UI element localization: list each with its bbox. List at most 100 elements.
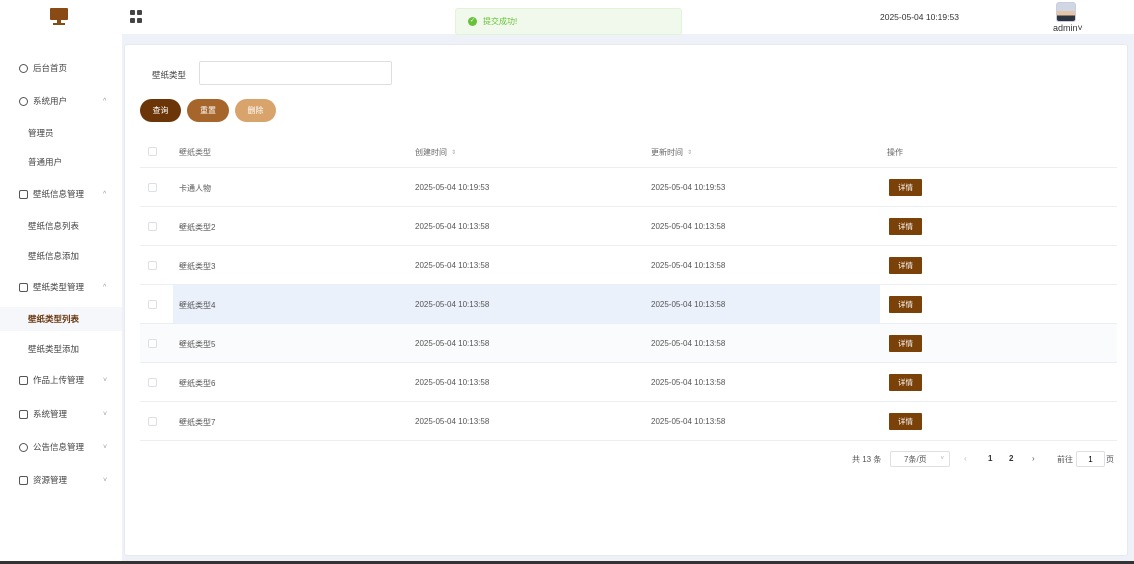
sidebar-item-system[interactable]: 系统管理 ˅	[0, 401, 122, 427]
sidebar-item-wallpaper-type-add[interactable]: 壁纸类型添加	[0, 337, 122, 361]
detail-button[interactable]: 详情	[889, 257, 922, 274]
detail-button[interactable]: 详情	[889, 296, 922, 313]
sidebar-item-label: 作品上传管理	[33, 375, 85, 385]
sidebar-item-label: 普通用户	[28, 157, 63, 167]
sidebar-item-label: 公告信息管理	[33, 442, 85, 452]
sidebar-item-wallpaper-add[interactable]: 壁纸信息添加	[0, 244, 122, 268]
cell-updated: 2025-05-04 10:13:58	[651, 261, 726, 270]
cell-type: 壁纸类型4	[179, 301, 216, 310]
search-label: 壁纸类型	[152, 70, 187, 80]
cell-type: 壁纸类型3	[179, 262, 216, 271]
row-checkbox[interactable]	[148, 378, 157, 387]
table-header-row: 壁纸类型 创建时间 ⇕ 更新时间 ⇕ 操作	[140, 135, 1117, 168]
cell-type: 壁纸类型2	[179, 223, 216, 232]
column-header-updated[interactable]: 更新时间 ⇕	[651, 147, 692, 158]
sidebar-item-system-users[interactable]: 系统用户 ^	[0, 88, 122, 114]
gear-icon	[19, 442, 28, 452]
reset-button[interactable]: 重置	[187, 99, 229, 122]
user-icon	[19, 96, 28, 106]
sidebar-item-resources[interactable]: 资源管理 ˅	[0, 467, 122, 493]
query-button[interactable]: 查询	[140, 99, 181, 122]
detail-button[interactable]: 详情	[889, 413, 922, 430]
avatar[interactable]	[1056, 2, 1076, 22]
cell-updated: 2025-05-04 10:13:58	[651, 300, 726, 309]
table-row: 壁纸类型7 2025-05-04 10:13:58 2025-05-04 10:…	[140, 402, 1117, 441]
sidebar-item-wallpaper-type[interactable]: 壁纸类型管理 ^	[0, 274, 122, 300]
monitor-logo-icon	[50, 8, 70, 26]
sidebar-item-label: 壁纸类型列表	[28, 314, 80, 324]
sidebar-item-wallpaper-list[interactable]: 壁纸信息列表	[0, 214, 122, 238]
toast-message: 提交成功!	[483, 17, 518, 26]
cell-created: 2025-05-04 10:13:58	[415, 300, 490, 309]
prev-page-button[interactable]: ‹	[964, 454, 967, 470]
apps-grid-icon[interactable]	[130, 10, 143, 23]
page-size-select[interactable]: 7条/页 ˅	[890, 451, 950, 467]
sidebar-item-wallpaper-type-list[interactable]: 壁纸类型列表	[0, 307, 122, 331]
sidebar: 后台首页 系统用户 ^ 管理员 普通用户 壁纸信息管理 ^ 壁纸信息列表 壁纸信…	[0, 34, 122, 564]
sidebar-item-label: 壁纸信息管理	[33, 189, 85, 199]
chevron-up-icon: ^	[103, 97, 107, 105]
table-row: 壁纸类型6 2025-05-04 10:13:58 2025-05-04 10:…	[140, 363, 1117, 402]
chevron-up-icon: ^	[103, 283, 107, 291]
cell-type: 壁纸类型6	[179, 379, 216, 388]
cell-type: 壁纸类型7	[179, 418, 216, 427]
sidebar-item-normal-users[interactable]: 普通用户	[0, 150, 122, 174]
main-card: 壁纸类型 查询 重置 删除 壁纸类型 创建时间 ⇕ 更新时间 ⇕ 操作 卡通人物 2…	[124, 44, 1128, 556]
sidebar-item-announcement[interactable]: 公告信息管理 ˅	[0, 434, 122, 460]
cell-created: 2025-05-04 10:19:53	[415, 183, 490, 192]
sidebar-item-label: 壁纸类型管理	[33, 282, 85, 292]
page-2-button[interactable]: 2	[1009, 454, 1013, 470]
sidebar-item-admin[interactable]: 管理员	[0, 121, 122, 145]
next-page-button[interactable]: ›	[1032, 454, 1035, 470]
table-row: 壁纸类型5 2025-05-04 10:13:58 2025-05-04 10:…	[140, 324, 1117, 363]
sidebar-item-label: 后台首页	[33, 63, 68, 73]
cell-updated: 2025-05-04 10:13:58	[651, 417, 726, 426]
sidebar-item-wallpaper-info[interactable]: 壁纸信息管理 ^	[0, 181, 122, 207]
column-header-created[interactable]: 创建时间 ⇕	[415, 147, 456, 158]
detail-button[interactable]: 详情	[889, 374, 922, 391]
detail-button[interactable]: 详情	[889, 179, 922, 196]
goto-page-input[interactable]	[1076, 451, 1105, 467]
top-header: ✓ 提交成功! 2025-05-04 10:19:53 admin˅	[0, 0, 1134, 35]
chevron-up-icon: ^	[103, 190, 107, 198]
sidebar-item-label: 管理员	[28, 128, 54, 138]
cell-created: 2025-05-04 10:13:58	[415, 261, 490, 270]
check-circle-icon: ✓	[468, 17, 477, 26]
detail-button[interactable]: 详情	[889, 218, 922, 235]
row-checkbox[interactable]	[148, 417, 157, 426]
row-checkbox[interactable]	[148, 222, 157, 231]
chevron-down-icon: ˅	[103, 410, 108, 418]
table-row: 壁纸类型4 2025-05-04 10:13:58 2025-05-04 10:…	[140, 285, 1117, 324]
sidebar-item-label: 壁纸信息添加	[28, 251, 80, 261]
sidebar-item-label: 壁纸类型添加	[28, 344, 80, 354]
sidebar-item-label: 资源管理	[33, 475, 68, 485]
table-row: 卡通人物 2025-05-04 10:19:53 2025-05-04 10:1…	[140, 168, 1117, 207]
row-checkbox[interactable]	[148, 261, 157, 270]
datetime-display: 2025-05-04 10:19:53	[880, 12, 959, 22]
sidebar-item-upload[interactable]: 作品上传管理 ˅	[0, 367, 122, 393]
delete-button[interactable]: 删除	[235, 99, 276, 122]
wallpaper-type-search-input[interactable]	[199, 61, 392, 85]
sort-icon[interactable]: ⇕	[451, 150, 456, 156]
image-icon	[19, 189, 28, 199]
user-menu[interactable]: admin˅	[1053, 23, 1083, 33]
select-all-checkbox[interactable]	[148, 147, 157, 156]
detail-button[interactable]: 详情	[889, 335, 922, 352]
sidebar-item-home[interactable]: 后台首页	[0, 55, 122, 81]
row-checkbox[interactable]	[148, 300, 157, 309]
image-icon	[19, 375, 28, 385]
row-checkbox[interactable]	[148, 339, 157, 348]
sidebar-item-label: 系统用户	[33, 96, 68, 106]
row-checkbox[interactable]	[148, 183, 157, 192]
chevron-down-icon: ˅	[103, 476, 108, 484]
page-1-button[interactable]: 1	[988, 454, 992, 470]
chevron-down-icon: ˅	[1077, 23, 1083, 33]
wallpaper-type-table: 壁纸类型 创建时间 ⇕ 更新时间 ⇕ 操作 卡通人物 2025-05-04 10:1…	[140, 135, 1117, 441]
cell-type: 壁纸类型5	[179, 340, 216, 349]
cell-created: 2025-05-04 10:13:58	[415, 339, 490, 348]
column-header-actions: 操作	[887, 148, 903, 157]
cell-updated: 2025-05-04 10:19:53	[651, 183, 726, 192]
sort-icon[interactable]: ⇕	[687, 150, 692, 156]
sidebar-item-label: 壁纸信息列表	[28, 221, 80, 231]
username: admin	[1053, 23, 1078, 33]
